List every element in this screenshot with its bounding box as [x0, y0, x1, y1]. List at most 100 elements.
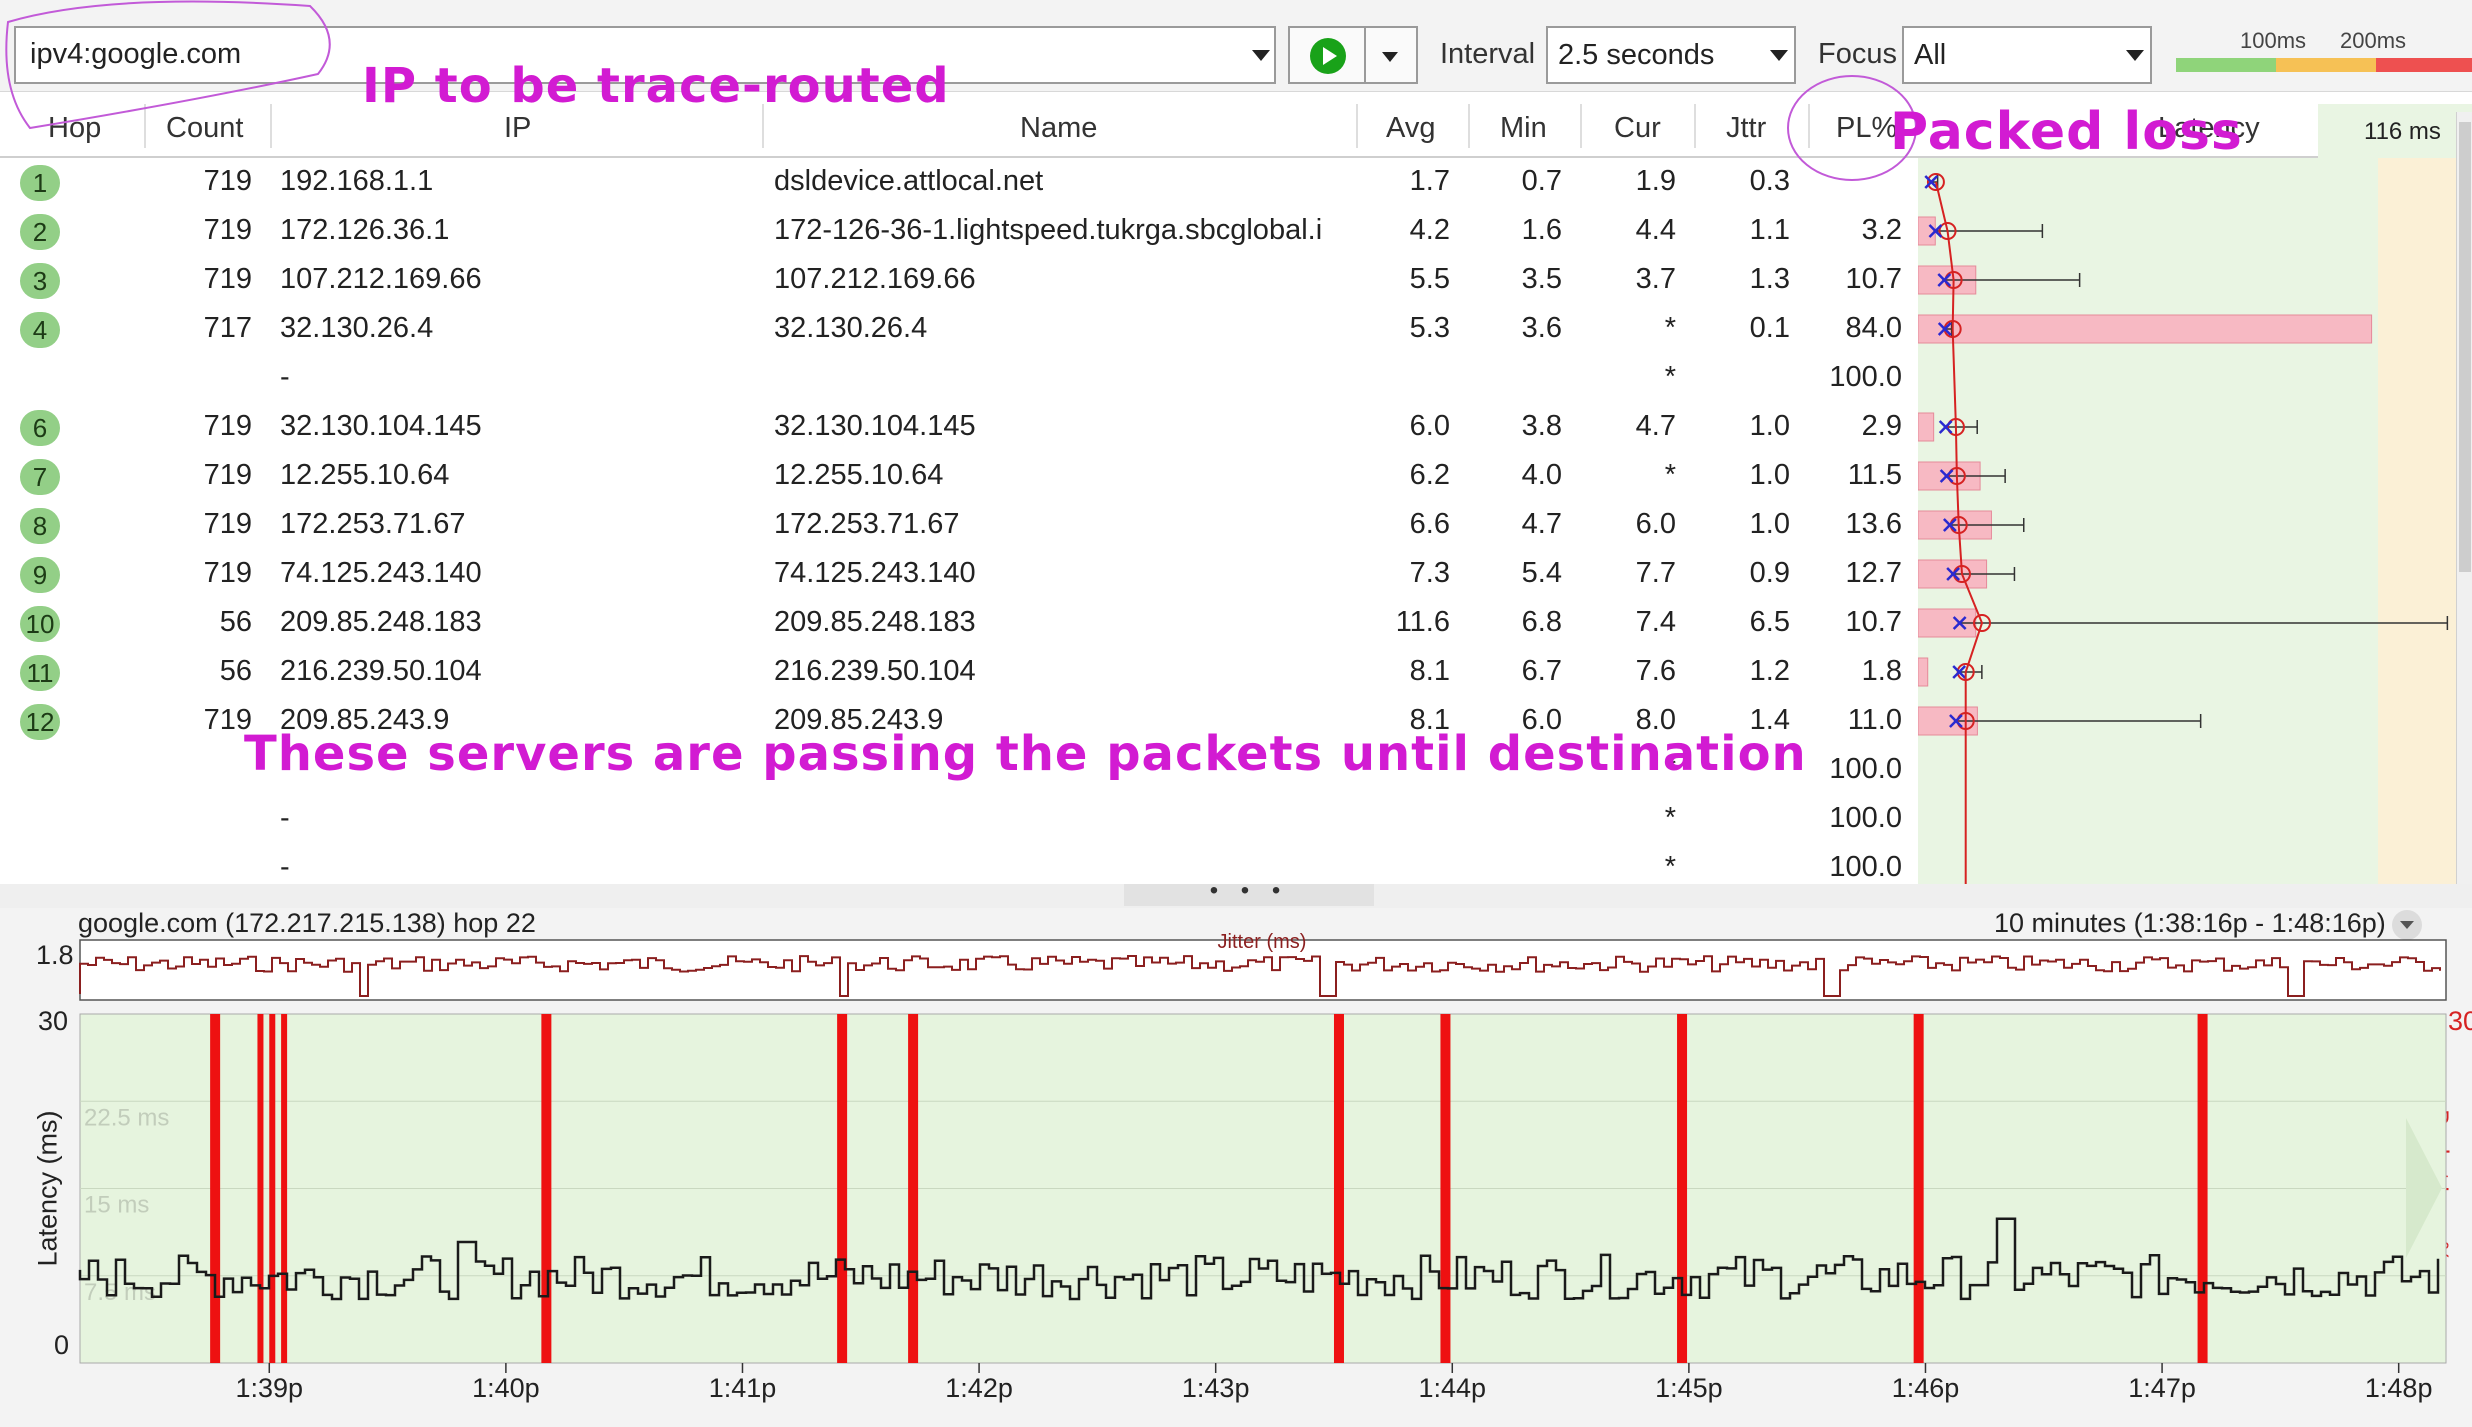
cell-jttr: 1.1 — [1749, 214, 1790, 246]
cell-count: 56 — [219, 606, 252, 638]
scale-yellow — [2276, 58, 2376, 72]
cell-jttr: 0.9 — [1749, 557, 1790, 589]
cell-cur: 7.4 — [1635, 606, 1676, 638]
packet-loss-spike — [210, 1014, 221, 1363]
cell-avg: 7.3 — [1409, 557, 1450, 589]
col-separator[interactable] — [144, 104, 146, 148]
cell-count: 719 — [203, 508, 252, 540]
splitter-handle[interactable]: • • • — [1124, 879, 1374, 906]
table-row[interactable]: 8 719 172.253.71.67 172.253.71.67 6.6 4.7 6.0 1… — [0, 501, 1918, 550]
x-tick-label: 1:40p — [472, 1373, 540, 1403]
play-triangle-icon — [1323, 47, 1337, 65]
focus-label: Focus — [1818, 38, 1897, 70]
cell-count: 56 — [219, 655, 252, 687]
col-min[interactable]: Min — [1500, 112, 1547, 145]
cell-jttr: 6.5 — [1749, 606, 1790, 638]
cell-min: 3.8 — [1521, 410, 1562, 442]
table-row[interactable]: 7 719 12.255.10.64 12.255.10.64 6.2 4.0 * 1.0 11… — [0, 452, 1918, 501]
col-avg[interactable]: Avg — [1386, 112, 1435, 145]
col-ip[interactable]: IP — [504, 112, 531, 145]
scale-200ms-label: 200ms — [2340, 28, 2407, 53]
latency-column: Latency 116 ms — [1918, 92, 2472, 884]
hop-number-badge: 9 — [20, 557, 60, 593]
cell-ip: 172.126.36.1 — [280, 214, 450, 246]
table-scrollbar[interactable] — [2456, 112, 2472, 884]
cell-cur: * — [1664, 459, 1676, 491]
cell-jttr: 1.3 — [1749, 263, 1790, 295]
hop-number-badge: 4 — [20, 312, 60, 348]
table-row[interactable]: 3 719 107.212.169.66 107.212.169.66 5.5 3.5 3.… — [0, 256, 1918, 305]
cell-count: 717 — [203, 312, 252, 344]
cell-min: 5.4 — [1521, 557, 1562, 589]
col-separator[interactable] — [1580, 104, 1582, 148]
packet-loss-spike — [269, 1014, 276, 1363]
table-row[interactable]: 4 717 32.130.26.4 32.130.26.4 5.3 3.6 * 0.1 84.0 — [0, 305, 1918, 354]
cell-pl: 3.2 — [1861, 214, 1902, 246]
cell-ip: 74.125.243.140 — [280, 557, 482, 589]
annotation-pl-note: Packed loss — [1890, 102, 2243, 162]
col-separator[interactable] — [1468, 104, 1470, 148]
cell-avg: 5.5 — [1409, 263, 1450, 295]
chevron-down-icon[interactable] — [1252, 50, 1270, 61]
col-separator[interactable] — [270, 104, 272, 148]
table-row[interactable]: - * 100.0 — [0, 354, 1918, 403]
hop-number-badge: 3 — [20, 263, 60, 299]
cell-name: 12.255.10.64 — [774, 459, 944, 491]
gridline-label: 7.5 ms — [84, 1279, 156, 1306]
cell-count: 719 — [203, 165, 252, 197]
cell-pl: 10.7 — [1845, 606, 1902, 638]
timeline-graph-panel: google.com (172.217.215.138) hop 22 10 m… — [0, 908, 2472, 1427]
col-hop[interactable]: Hop — [48, 112, 101, 145]
interval-select[interactable]: 2.5 seconds — [1546, 26, 1796, 84]
hop-number-badge: 7 — [20, 459, 60, 495]
col-separator[interactable] — [1694, 104, 1696, 148]
cell-name: 209.85.248.183 — [774, 606, 976, 638]
table-row[interactable]: 6 719 32.130.104.145 32.130.104.145 6.0 3.8 4.… — [0, 403, 1918, 452]
interval-value: 2.5 seconds — [1558, 39, 1715, 71]
scale-green — [2176, 58, 2276, 72]
col-pl[interactable]: PL% — [1836, 112, 1897, 145]
cell-jttr: 1.0 — [1749, 410, 1790, 442]
table-row[interactable]: 11 56 216.239.50.104 216.239.50.104 8.1 6.7 7.… — [0, 648, 1918, 697]
cell-min: 1.6 — [1521, 214, 1562, 246]
table-row[interactable]: 9 719 74.125.243.140 74.125.243.140 7.3 5.4 7.… — [0, 550, 1918, 599]
cell-name: 32.130.26.4 — [774, 312, 928, 344]
table-row[interactable]: 10 56 209.85.248.183 209.85.248.183 11.6 6.8 7… — [0, 599, 1918, 648]
x-tick-label: 1:44p — [1418, 1373, 1486, 1403]
gridline-label: 15 ms — [84, 1192, 149, 1219]
col-name[interactable]: Name — [1020, 112, 1097, 145]
start-trace-button[interactable] — [1288, 26, 1366, 84]
cell-count: 719 — [203, 263, 252, 295]
table-row[interactable]: - * 100.0 — [0, 795, 1918, 844]
cell-min: 3.5 — [1521, 263, 1562, 295]
jitter-label: Jitter (ms) — [1218, 931, 1307, 953]
cell-pl: 100.0 — [1829, 361, 1902, 393]
cell-name: 32.130.104.145 — [774, 410, 976, 442]
cell-cur: * — [1664, 851, 1676, 883]
scrollbar-thumb[interactable] — [2459, 122, 2471, 572]
cell-count: 719 — [203, 704, 252, 736]
cell-ip: - — [280, 361, 290, 393]
cell-count: 719 — [203, 557, 252, 589]
cell-pl: 10.7 — [1845, 263, 1902, 295]
col-cur[interactable]: Cur — [1614, 112, 1661, 145]
table-row[interactable]: 1 719 192.168.1.1 dsldevice.attlocal.net 1.7… — [0, 158, 1918, 207]
col-separator[interactable] — [1356, 104, 1358, 148]
focus-select[interactable]: All — [1902, 26, 2152, 84]
cell-min: 6.7 — [1521, 655, 1562, 687]
start-options-dropdown[interactable] — [1366, 26, 1418, 84]
table-row[interactable]: 2 719 172.126.36.1 172-126-36-1.lightspeed.… — [0, 207, 1918, 256]
packet-loss-bar — [1918, 657, 1929, 687]
col-jttr[interactable]: Jttr — [1726, 112, 1766, 145]
cell-pl: 2.9 — [1861, 410, 1902, 442]
cell-ip: - — [280, 802, 290, 834]
col-count[interactable]: Count — [166, 112, 243, 145]
focus-value: All — [1914, 39, 1947, 71]
cell-min: 4.0 — [1521, 459, 1562, 491]
cell-pl: 12.7 — [1845, 557, 1902, 589]
cell-cur: 6.0 — [1635, 508, 1676, 540]
col-separator[interactable] — [1808, 104, 1810, 148]
x-tick-label: 1:45p — [1655, 1373, 1723, 1403]
hop-number-badge: 2 — [20, 214, 60, 250]
cell-avg: 11.6 — [1395, 606, 1450, 638]
